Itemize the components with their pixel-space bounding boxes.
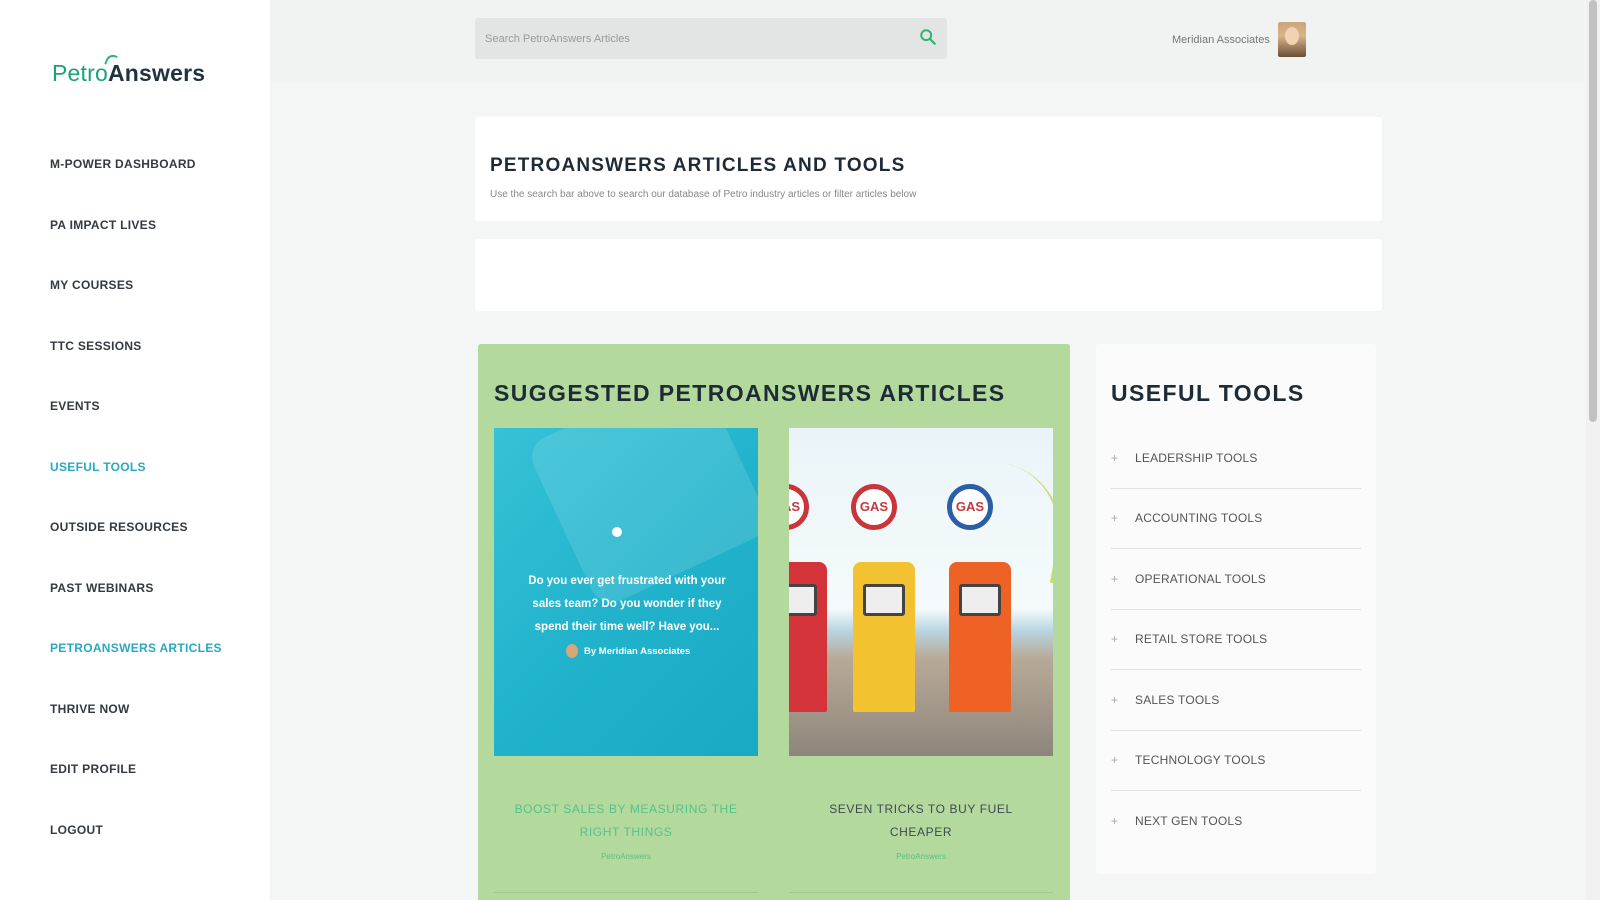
sidebar-item-past-webinars[interactable]: Past Webinars bbox=[50, 581, 222, 642]
article-thumbnail[interactable]: Do you ever get frustrated with your sal… bbox=[494, 428, 758, 756]
gas-pump-illustration bbox=[789, 562, 827, 712]
useful-tools-title: USEFUL TOOLS bbox=[1111, 380, 1305, 406]
sidebar-item-my-courses[interactable]: My Courses bbox=[50, 278, 222, 339]
plus-icon: + bbox=[1111, 450, 1119, 465]
author-avatar bbox=[566, 644, 578, 658]
divider bbox=[494, 892, 758, 893]
filter-card bbox=[475, 239, 1382, 311]
sidebar-item-thrive-now[interactable]: Thrive Now bbox=[50, 702, 222, 763]
user-name[interactable]: Meridian Associates bbox=[1172, 34, 1270, 46]
gas-sign: GAS bbox=[947, 484, 993, 530]
plus-icon: + bbox=[1111, 511, 1119, 526]
tools-item-label: Operational Tools bbox=[1135, 571, 1266, 586]
sidebar-item-petroanswers-articles[interactable]: PetroAnswers Articles bbox=[50, 641, 222, 702]
tools-item-next-gen[interactable]: + Next Gen Tools bbox=[1111, 791, 1361, 852]
gas-pump-illustration bbox=[853, 562, 915, 712]
page-subtitle: Use the search bar above to search our d… bbox=[490, 189, 917, 200]
tools-item-label: Next Gen Tools bbox=[1135, 814, 1243, 829]
article-title-link[interactable]: Seven Tricks to Buy Fuel Cheaper bbox=[789, 798, 1053, 844]
article-title-link[interactable]: Boost Sales by Measuring the Right Thing… bbox=[494, 798, 758, 844]
tools-item-label: Retail Store Tools bbox=[1135, 632, 1268, 647]
tools-item-operational[interactable]: + Operational Tools bbox=[1111, 549, 1361, 610]
sidebar-item-edit-profile[interactable]: Edit Profile bbox=[50, 762, 222, 823]
sidebar: PetroAnswers M-Power Dashboard PA Impact… bbox=[0, 0, 270, 900]
tools-item-retail-store[interactable]: + Retail Store Tools bbox=[1111, 610, 1361, 670]
petroanswers-logo[interactable]: PetroAnswers bbox=[52, 52, 206, 87]
article-category[interactable]: PetroAnswers bbox=[789, 852, 1053, 861]
tools-item-label: Technology Tools bbox=[1135, 753, 1266, 768]
sidebar-item-outside-resources[interactable]: Outside Resources bbox=[50, 520, 222, 581]
thumbnail-byline: By Meridian Associates bbox=[566, 644, 690, 658]
page-title: PETROANSWERS ARTICLES AND TOOLS bbox=[490, 155, 906, 176]
logo-text-petro: Petro bbox=[52, 60, 108, 86]
gas-sign: GAS bbox=[851, 484, 897, 530]
suggested-articles-title: SUGGESTED PETROANSWERS ARTICLES bbox=[494, 380, 1006, 406]
plus-icon: + bbox=[1111, 814, 1119, 829]
tools-item-leadership[interactable]: + Leadership Tools bbox=[1111, 428, 1361, 489]
sidebar-item-logout[interactable]: Logout bbox=[50, 823, 222, 884]
user-menu[interactable]: Meridian Associates bbox=[1172, 22, 1306, 57]
page-header-card: PETROANSWERS ARTICLES AND TOOLS Use the … bbox=[475, 117, 1382, 221]
article-card[interactable]: GAS GAS GAS Seven Tricks to Buy Fuel Che… bbox=[789, 428, 1053, 861]
search-icon[interactable] bbox=[919, 28, 937, 46]
tools-item-technology[interactable]: + Technology Tools bbox=[1111, 731, 1361, 791]
useful-tools-panel: USEFUL TOOLS + Leadership Tools + Accounti… bbox=[1096, 344, 1376, 874]
logo-text-answers: Answers bbox=[107, 60, 206, 86]
sidebar-item-ttc-sessions[interactable]: TTC Sessions bbox=[50, 339, 222, 400]
article-card[interactable]: Do you ever get frustrated with your sal… bbox=[494, 428, 758, 861]
thumbnail-quote: Do you ever get frustrated with your sal… bbox=[528, 575, 726, 633]
plus-icon: + bbox=[1111, 571, 1119, 586]
tools-item-label: Leadership Tools bbox=[1135, 450, 1258, 465]
plus-icon: + bbox=[1111, 692, 1119, 707]
search-bar bbox=[475, 18, 947, 59]
sidebar-nav: M-Power Dashboard PA Impact Lives My Cou… bbox=[50, 157, 222, 883]
search-input[interactable] bbox=[475, 18, 947, 59]
suggested-articles-panel: SUGGESTED PETROANSWERS ARTICLES Do you e… bbox=[478, 344, 1070, 900]
tools-item-label: Sales Tools bbox=[1135, 692, 1220, 707]
tools-item-sales[interactable]: + Sales Tools bbox=[1111, 670, 1361, 731]
divider bbox=[789, 892, 1053, 893]
tools-item-accounting[interactable]: + Accounting Tools bbox=[1111, 489, 1361, 549]
gas-sign: GAS bbox=[789, 484, 809, 530]
plus-icon: + bbox=[1111, 753, 1119, 768]
plus-icon: + bbox=[1111, 632, 1119, 647]
avatar[interactable] bbox=[1277, 22, 1306, 57]
byline-text: By Meridian Associates bbox=[584, 645, 691, 657]
sidebar-item-pa-impact-lives[interactable]: PA Impact Lives bbox=[50, 218, 222, 279]
sidebar-item-useful-tools[interactable]: Useful Tools bbox=[50, 460, 222, 521]
sidebar-item-mpower-dashboard[interactable]: M-Power Dashboard bbox=[50, 157, 222, 218]
quote-icon bbox=[612, 527, 622, 537]
scrollbar-thumb[interactable] bbox=[1589, 0, 1597, 422]
article-category[interactable]: PetroAnswers bbox=[494, 852, 758, 861]
gas-pump-illustration bbox=[949, 562, 1011, 712]
tools-list: + Leadership Tools + Accounting Tools + Ope… bbox=[1111, 428, 1361, 852]
article-thumbnail[interactable]: GAS GAS GAS bbox=[789, 428, 1053, 756]
tools-item-label: Accounting Tools bbox=[1135, 511, 1263, 526]
sidebar-item-events[interactable]: Events bbox=[50, 399, 222, 460]
